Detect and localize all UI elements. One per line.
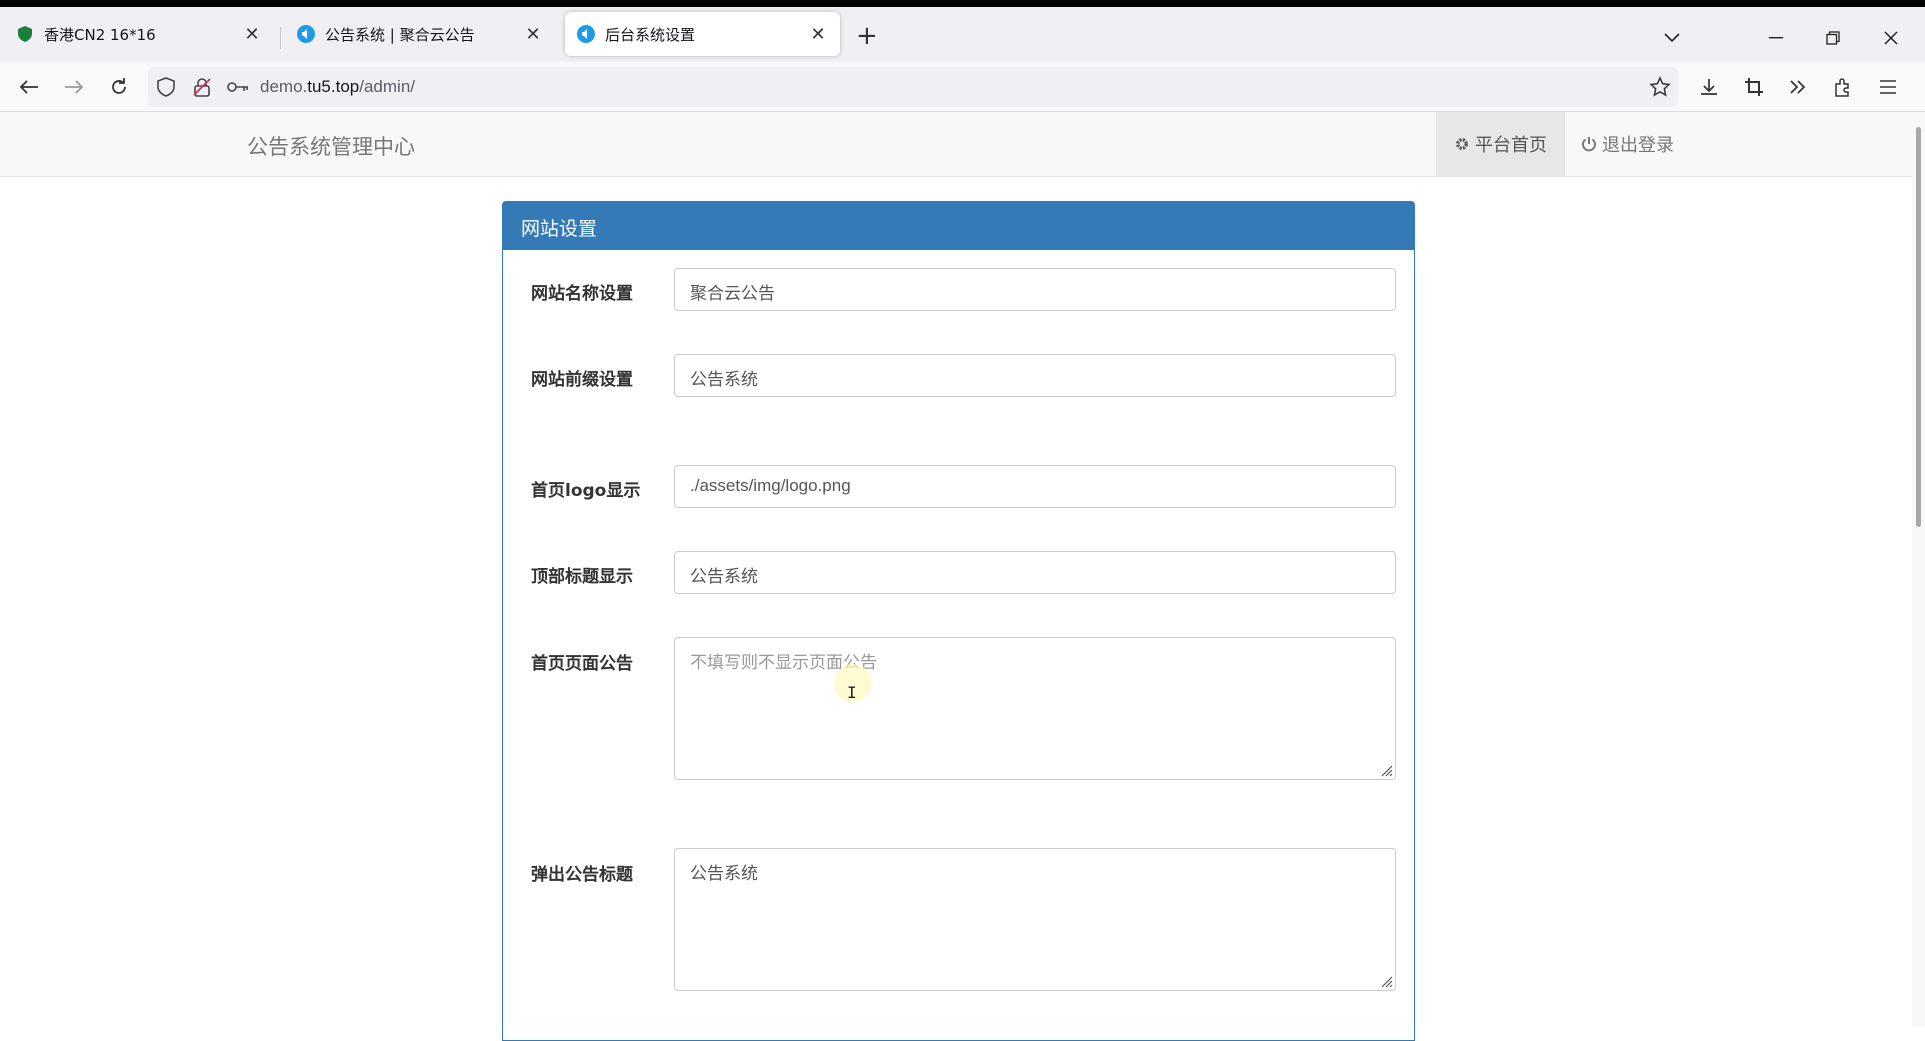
browser-tab-bar: 香港CN2 16*16 ✕ 公告系统 | 聚合云公告 ✕ 后台系统设置 ✕ +	[0, 7, 1925, 62]
key-icon[interactable]	[226, 75, 250, 99]
site-prefix-label: 网站前缀设置	[531, 370, 633, 390]
page-scrollbar[interactable]	[1912, 112, 1925, 1027]
url-domain: tu5.top	[307, 77, 360, 96]
browser-toolbar: demo.tu5.top/admin/	[0, 62, 1925, 112]
tab-title: 后台系统设置	[605, 25, 696, 44]
new-tab-plus-icon[interactable]: +	[856, 23, 878, 49]
window-top-edge	[0, 0, 1925, 7]
tab-list-chevron-icon[interactable]	[1652, 21, 1692, 55]
site-navbar: 公告系统管理中心 平台首页 退出登录	[0, 112, 1912, 177]
site-prefix-input[interactable]: 公告系统	[674, 354, 1396, 397]
logo-label: 首页logo显示	[531, 481, 641, 501]
menu-hamburger-icon[interactable]	[1872, 71, 1904, 103]
more-tools-chevrons-icon[interactable]	[1782, 71, 1814, 103]
site-name-label: 网站名称设置	[531, 284, 633, 304]
top-title-label: 顶部标题显示	[531, 567, 633, 587]
forward-arrow-icon[interactable]	[58, 71, 90, 103]
text-cursor-icon: I	[847, 683, 857, 702]
screenshot-crop-icon[interactable]	[1738, 71, 1770, 103]
close-window-icon[interactable]	[1871, 21, 1911, 55]
tracking-shield-icon[interactable]	[154, 75, 178, 99]
insecure-lock-icon[interactable]	[190, 75, 214, 99]
tab-title: 香港CN2 16*16	[44, 25, 156, 44]
restore-icon[interactable]	[1813, 21, 1853, 55]
url-text[interactable]: demo.tu5.top/admin/	[260, 77, 415, 97]
browser-tab-notice-system[interactable]: 公告系统 | 聚合云公告 ✕	[285, 12, 555, 56]
speaker-favicon-icon	[297, 25, 315, 43]
popup-title-textarea[interactable]: 公告系统	[674, 848, 1396, 991]
power-icon	[1582, 137, 1596, 152]
reload-icon[interactable]	[103, 71, 135, 103]
browser-tab-admin-settings[interactable]: 后台系统设置 ✕	[565, 12, 840, 56]
resize-grip-icon[interactable]	[1379, 763, 1393, 777]
popup-title-value: 公告系统	[690, 864, 758, 884]
speaker-favicon-icon	[577, 25, 595, 43]
site-brand[interactable]: 公告系统管理中心	[247, 131, 415, 161]
home-notice-textarea[interactable]: 不填写则不显示页面公告	[674, 637, 1396, 780]
url-path: /admin/	[359, 77, 415, 96]
address-bar[interactable]: demo.tu5.top/admin/	[148, 67, 1678, 107]
page-content: 公告系统管理中心 平台首页 退出登录 网站设置 网站名称设置 聚合云公告 网站前…	[0, 112, 1912, 1041]
tab-separator	[280, 27, 281, 49]
nav-home-link[interactable]: 平台首页	[1436, 112, 1565, 176]
download-icon[interactable]	[1693, 71, 1725, 103]
panel-title: 网站设置	[503, 202, 1414, 250]
gear-icon	[1456, 138, 1468, 150]
home-notice-label: 首页页面公告	[531, 654, 633, 674]
browser-tab-server[interactable]: 香港CN2 16*16 ✕	[4, 12, 274, 56]
close-tab-icon[interactable]: ✕	[242, 24, 262, 45]
nav-logout-link[interactable]: 退出登录	[1563, 112, 1692, 176]
tab-title: 公告系统 | 聚合云公告	[325, 25, 475, 44]
popup-title-label: 弹出公告标题	[531, 865, 633, 885]
minimize-icon[interactable]	[1756, 21, 1796, 55]
url-subdomain: demo.	[260, 77, 308, 96]
close-tab-icon[interactable]: ✕	[523, 24, 543, 45]
scrollbar-thumb[interactable]	[1916, 127, 1921, 527]
settings-panel: 网站设置 网站名称设置 聚合云公告 网站前缀设置 公告系统 首页logo显示 .…	[502, 201, 1415, 1041]
close-tab-icon[interactable]: ✕	[808, 24, 828, 45]
nav-logout-label: 退出登录	[1602, 135, 1674, 156]
top-title-input[interactable]: 公告系统	[674, 551, 1396, 594]
back-arrow-icon[interactable]	[13, 71, 45, 103]
bookmark-star-icon[interactable]	[1648, 75, 1672, 99]
nav-home-label: 平台首页	[1475, 135, 1547, 156]
shield-favicon-icon	[16, 25, 34, 43]
resize-grip-icon[interactable]	[1379, 974, 1393, 988]
logo-path-input[interactable]: ./assets/img/logo.png	[674, 465, 1396, 508]
extensions-icon[interactable]	[1827, 71, 1859, 103]
site-name-input[interactable]: 聚合云公告	[674, 268, 1396, 311]
